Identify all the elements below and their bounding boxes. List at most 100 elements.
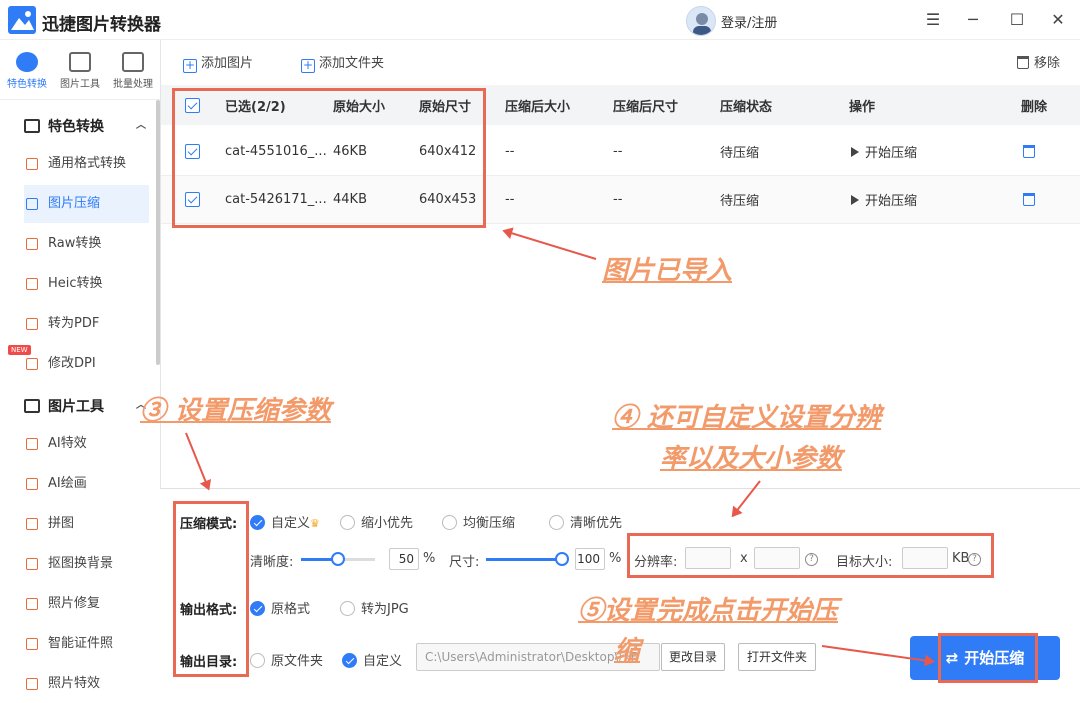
start-compress-row-button[interactable]: 开始压缩: [851, 128, 917, 175]
col-action: 操作: [849, 99, 876, 115]
open-folder-button[interactable]: 打开文件夹: [738, 643, 816, 671]
image-compress-icon: [26, 198, 38, 210]
sidebar-item-image-compress[interactable]: 图片压缩: [24, 185, 149, 223]
col-status: 压缩状态: [720, 99, 773, 115]
annotation-imported: 图片已导入: [602, 256, 733, 286]
compressed-size: --: [505, 192, 515, 207]
app-title: 迅捷图片转换器: [42, 15, 161, 35]
delete-row-button[interactable]: [1023, 128, 1035, 175]
mode-clarity-radio[interactable]: 清晰优先: [549, 512, 622, 531]
play-icon: [851, 146, 859, 157]
size-slider-fill[interactable]: [486, 558, 562, 561]
format-jpg-radio[interactable]: 转为JPG: [340, 598, 409, 617]
image-tools-icon: [69, 52, 91, 72]
mode-batch-process[interactable]: 批量处理: [107, 52, 159, 90]
clarity-percent: %: [423, 551, 436, 566]
size-percent: %: [609, 551, 622, 566]
sidebar-item-id-photo[interactable]: 智能证件照: [24, 625, 149, 663]
size-value-input[interactable]: 100: [575, 548, 605, 570]
compress-status: 待压缩: [720, 194, 760, 209]
clarity-value-input[interactable]: 50: [389, 548, 419, 570]
format-convert-icon: [26, 158, 38, 170]
start-compress-row-button[interactable]: 开始压缩: [851, 176, 917, 223]
remove-button[interactable]: 移除: [1017, 52, 1060, 71]
dir-original-radio[interactable]: 原文件夹: [250, 650, 323, 669]
sidebar-item-to-pdf[interactable]: 转为PDF: [24, 305, 149, 343]
format-original-radio[interactable]: 原格式: [250, 598, 310, 617]
compressed-dim: --: [613, 144, 623, 159]
change-dir-button[interactable]: 更改目录: [661, 643, 725, 671]
feature-section-icon: [24, 119, 40, 133]
id-photo-icon: [26, 638, 38, 650]
sidebar-item-modify-dpi[interactable]: 修改DPI: [24, 345, 149, 383]
cutout-icon: [26, 558, 38, 570]
size-label: 尺寸:: [449, 555, 480, 570]
remove-trash-icon: [1017, 56, 1029, 69]
login-link[interactable]: 登录/注册: [721, 12, 777, 31]
sidebar-item-ai-painting[interactable]: AI绘画: [24, 465, 149, 503]
highlight-settings-labels-box: [173, 501, 249, 677]
annotation-step4-line2: 率以及大小参数: [660, 444, 843, 474]
menu-icon[interactable]: ☰: [920, 8, 946, 32]
compressed-dim: --: [613, 192, 623, 207]
modify-dpi-icon: [26, 358, 38, 370]
sidebar-item-photo-repair[interactable]: 照片修复: [24, 585, 149, 623]
radio-icon: [340, 515, 355, 530]
to-pdf-icon: [26, 318, 38, 330]
delete-row-button[interactable]: [1023, 176, 1035, 223]
sidebar-item-cutout[interactable]: 抠图换背景: [24, 545, 149, 583]
radio-checked-icon: [250, 515, 265, 530]
minimize-icon[interactable]: ─: [960, 8, 986, 32]
annotation-step3: ③ 设置压缩参数: [140, 396, 332, 426]
collage-icon: [26, 518, 38, 530]
mode-custom-radio[interactable]: 自定义♛: [250, 512, 320, 531]
add-image-button[interactable]: + 添加图片: [183, 52, 253, 73]
annotation-step5-line2: 缩: [614, 636, 641, 666]
dir-custom-radio[interactable]: 自定义: [342, 650, 402, 669]
vip-crown-icon: ♛: [310, 517, 320, 530]
play-icon: [851, 194, 859, 205]
clarity-label: 清晰度:: [250, 555, 294, 570]
photo-repair-icon: [26, 598, 38, 610]
clarity-slider-handle[interactable]: [331, 552, 345, 566]
add-folder-icon: +: [301, 58, 315, 73]
mode-image-tools[interactable]: 图片工具: [54, 52, 106, 90]
photo-effects-icon: [26, 678, 38, 690]
mode-feature-convert[interactable]: 特色转换: [1, 52, 53, 90]
highlight-table-box: [172, 88, 486, 228]
sidebar-section-image-tools[interactable]: 图片工具 ︿: [24, 396, 146, 416]
title-bar: 迅捷图片转换器 登录/注册 ☰ ─ ☐ ✕: [0, 0, 1080, 40]
annotation-step4-line1: ④ 还可自定义设置分辨: [612, 403, 882, 433]
chevron-up-icon: ︿: [136, 120, 146, 131]
mode-small-radio[interactable]: 缩小优先: [340, 512, 413, 531]
highlight-start-button-box: [938, 633, 1038, 683]
sidebar-section-feature[interactable]: 特色转换 ︿: [24, 116, 146, 136]
sidebar-item-raw-convert[interactable]: Raw转换: [24, 225, 149, 263]
annotation-step5-line1: ⑤设置完成点击开始压: [578, 596, 839, 626]
sidebar: 特色转换 ︿ 通用格式转换 图片压缩 Raw转换 Heic转换 转为PDF 修改D…: [0, 100, 158, 700]
size-slider-handle[interactable]: [555, 552, 569, 566]
sidebar-item-photo-effects[interactable]: 照片特效: [24, 665, 149, 703]
mode-balanced-radio[interactable]: 均衡压缩: [442, 512, 515, 531]
mode-switcher: 特色转换 图片工具 批量处理: [0, 40, 160, 100]
radio-icon: [549, 515, 564, 530]
sidebar-item-format-convert[interactable]: 通用格式转换: [24, 145, 149, 183]
new-badge: NEW: [8, 345, 31, 355]
feature-convert-icon: [16, 52, 38, 72]
add-folder-button[interactable]: + 添加文件夹: [301, 52, 384, 73]
user-avatar[interactable]: [686, 6, 716, 36]
sidebar-item-collage[interactable]: 拼图: [24, 505, 149, 543]
sidebar-item-ai-effects[interactable]: AI特效: [24, 425, 149, 463]
trash-icon: [1023, 193, 1035, 206]
sidebar-item-heic-convert[interactable]: Heic转换: [24, 265, 149, 303]
radio-icon: [340, 601, 355, 616]
ai-effects-icon: [26, 438, 38, 450]
add-icon: +: [183, 58, 197, 73]
image-tools-section-icon: [24, 399, 40, 413]
ai-painting-icon: [26, 478, 38, 490]
close-icon[interactable]: ✕: [1045, 8, 1071, 32]
col-delete: 删除: [1021, 99, 1048, 115]
maximize-icon[interactable]: ☐: [1004, 8, 1030, 32]
raw-convert-icon: [26, 238, 38, 250]
col-compressed-size: 压缩后大小: [505, 99, 571, 115]
